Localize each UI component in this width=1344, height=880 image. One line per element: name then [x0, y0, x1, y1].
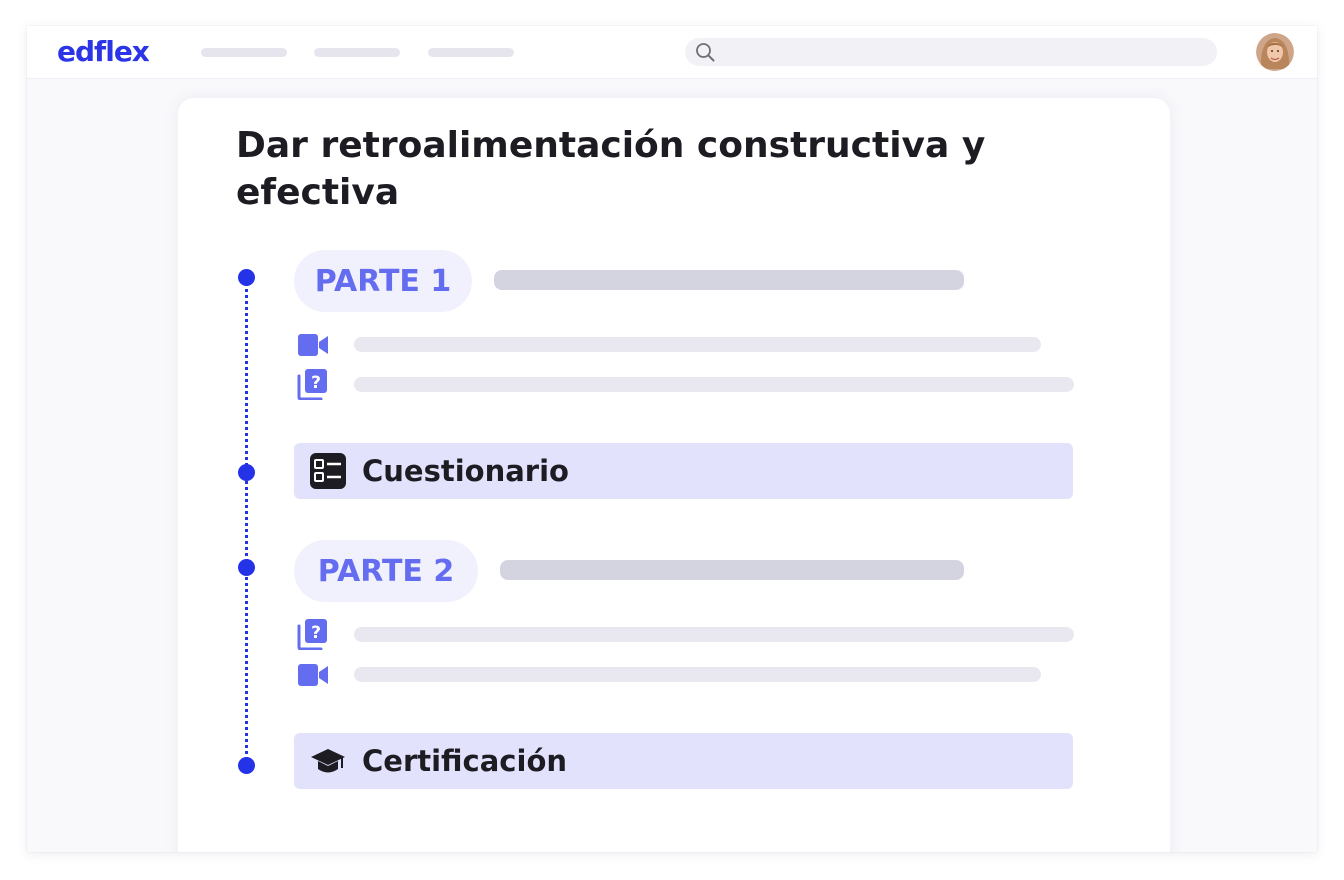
course-title: Dar retroalimentación constructiva y efe…: [236, 125, 986, 213]
search-input[interactable]: [685, 38, 1217, 66]
graduation-cap-icon: [311, 749, 345, 773]
svg-text:?: ?: [311, 623, 321, 643]
certification-label: Certificación: [362, 744, 568, 778]
nav-placeholder-2[interactable]: [314, 48, 400, 57]
quiz-section[interactable]: Cuestionario: [294, 443, 1073, 499]
svg-text:?: ?: [311, 373, 321, 393]
quiz-label: Cuestionario: [362, 454, 569, 488]
app-window: edflex Dar retroalimentación constructiv…: [27, 26, 1317, 852]
search-icon: [696, 43, 715, 62]
quiz-icon: ?: [297, 619, 327, 650]
part-1-lesson-1[interactable]: [354, 337, 1041, 352]
part-1-lesson-2[interactable]: [354, 377, 1074, 392]
top-bar: edflex: [27, 26, 1317, 79]
video-icon: [298, 664, 328, 686]
part-2-title-placeholder: [500, 560, 964, 580]
part-1-badge[interactable]: PARTE 1: [294, 250, 472, 312]
timeline-dot-certification: [238, 757, 255, 774]
nav-placeholder-1[interactable]: [201, 48, 287, 57]
user-avatar[interactable]: [1256, 33, 1294, 71]
timeline-dot-part-2: [238, 559, 255, 576]
video-icon: [298, 334, 328, 356]
part-1-title-placeholder: [494, 270, 964, 290]
timeline-line: [245, 278, 248, 766]
checklist-icon: [310, 453, 346, 489]
part-2-badge[interactable]: PARTE 2: [294, 540, 478, 602]
part-2-lesson-1[interactable]: [354, 627, 1074, 642]
edflex-logo[interactable]: edflex: [57, 35, 150, 68]
nav-placeholder-3[interactable]: [428, 48, 514, 57]
certification-section[interactable]: Certificación: [294, 733, 1073, 789]
part-2-lesson-2[interactable]: [354, 667, 1041, 682]
timeline-dot-part-1: [238, 269, 255, 286]
quiz-icon: ?: [297, 369, 327, 400]
course-card: Dar retroalimentación constructiva y efe…: [178, 98, 1170, 852]
timeline-dot-quiz: [238, 464, 255, 481]
